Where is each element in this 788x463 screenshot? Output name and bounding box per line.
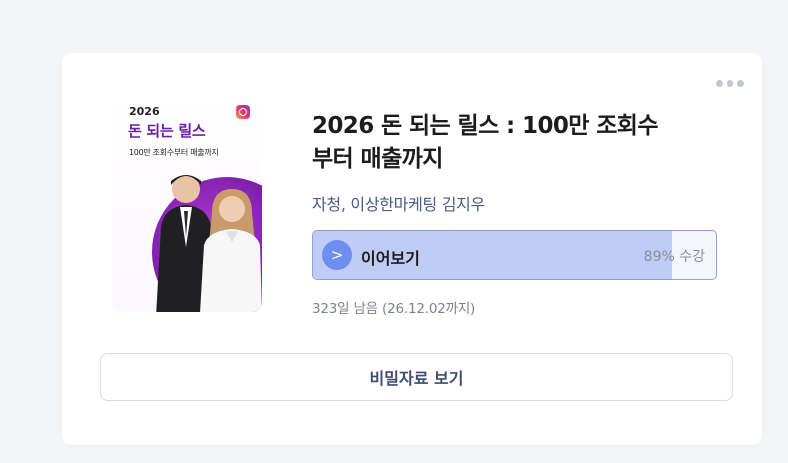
secret-materials-button[interactable]: 비밀자료 보기 xyxy=(100,353,733,401)
more-options-icon[interactable] xyxy=(716,77,745,89)
thumbnail-year: 2026 xyxy=(129,105,160,118)
thumbnail-title: 돈 되는 릴스 xyxy=(128,122,206,140)
course-thumbnail[interactable]: 2026 돈 되는 릴스 100만 조회수부터 매출까지 xyxy=(112,95,262,312)
course-title[interactable]: 2026 돈 되는 릴스 : 100만 조회수 부터 매출까지 xyxy=(312,110,702,176)
continue-watching-label: 이어보기 xyxy=(361,249,420,268)
progress-percent-suffix: 수강 xyxy=(679,249,705,265)
thumbnail-subtitle: 100만 조회수부터 매출까지 xyxy=(129,148,219,157)
instagram-icon xyxy=(236,105,250,119)
continue-watching-button[interactable]: > 이어보기 89% 수강 xyxy=(312,230,717,280)
remaining-days: 323일 남음 (26.12.02까지) xyxy=(312,301,476,317)
dot xyxy=(737,79,745,87)
play-icon: > xyxy=(322,240,352,270)
course-author: 자청, 이상한마케팅 김지우 xyxy=(312,195,485,214)
progress-percent-value: 89% xyxy=(643,249,675,265)
thumbnail-person-woman xyxy=(200,189,262,312)
dot xyxy=(726,79,734,87)
dot xyxy=(716,79,723,87)
course-title-line2: 부터 매출까지 xyxy=(312,146,443,172)
course-title-line1: 2026 돈 되는 릴스 : 100만 조회수 xyxy=(312,113,659,139)
progress-percent: 89% 수강 xyxy=(644,246,705,266)
